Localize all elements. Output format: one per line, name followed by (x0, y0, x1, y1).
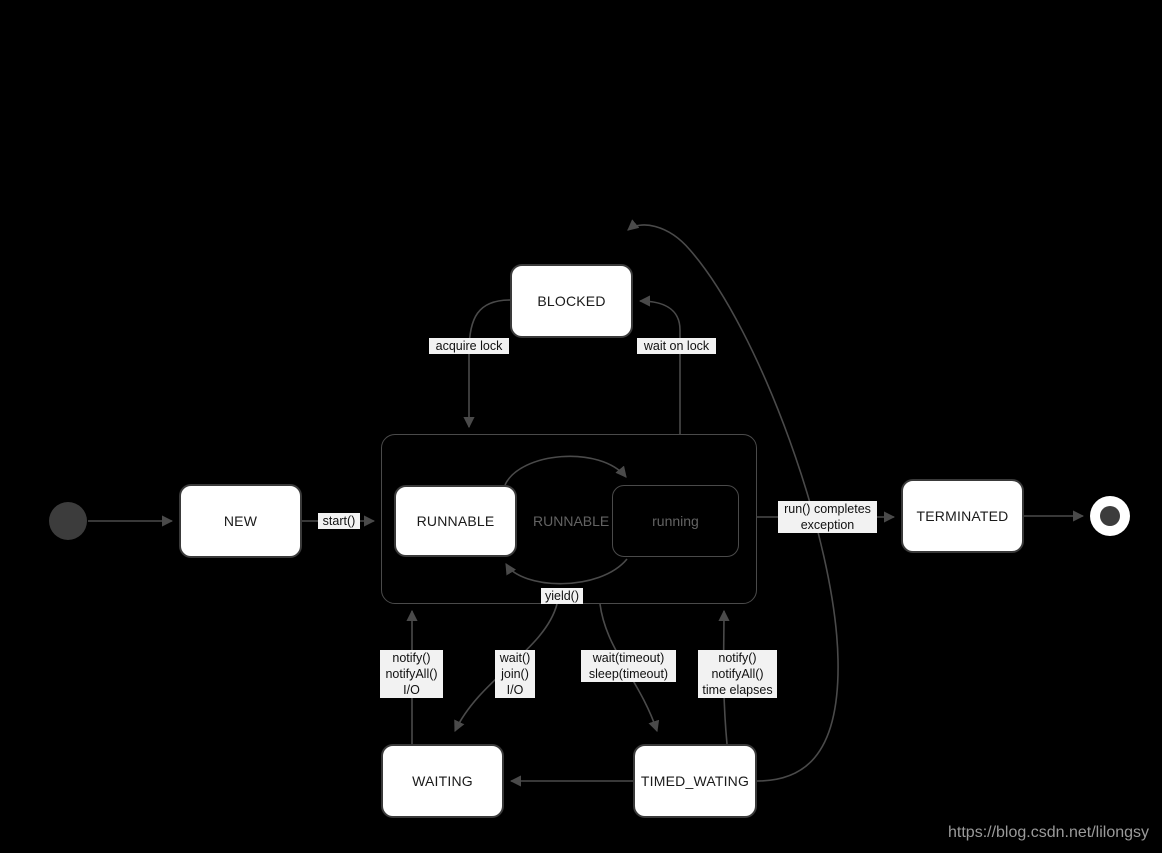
final-state-inner (1100, 506, 1120, 526)
edge-label-run-completes: run() completes exception (778, 501, 877, 533)
edge-label-start: start() (318, 513, 360, 529)
edge-label-wait-on-lock: wait on lock (637, 338, 716, 354)
edge-label-yield: yield() (541, 588, 583, 604)
watermark: https://blog.csdn.net/lilongsy (948, 824, 1150, 841)
state-new[interactable]: NEW (179, 484, 302, 558)
initial-state-node (49, 502, 87, 540)
edge-label-wait-join-io: wait() join() I/O (495, 650, 535, 698)
state-waiting[interactable]: WAITING (381, 744, 504, 818)
edge-blocked-to-runnable (463, 299, 511, 429)
diagram-canvas (88, 219, 1085, 787)
edge-label-notify-io: notify() notifyAll() I/O (380, 650, 443, 698)
edge-label-notify-time-elapses: notify() notifyAll() time elapses (698, 650, 777, 698)
state-terminated[interactable]: TERMINATED (901, 479, 1024, 553)
composite-state-runnable-label: RUNNABLE (533, 513, 610, 529)
state-running[interactable]: running (612, 485, 739, 557)
final-state-node (1090, 496, 1130, 536)
edge-label-acquire-lock: acquire lock (429, 338, 509, 354)
state-runnable[interactable]: RUNNABLE (394, 485, 517, 557)
state-blocked[interactable]: BLOCKED (510, 264, 633, 338)
state-timed-waiting[interactable]: TIMED_WATING (633, 744, 757, 818)
edge-runnable-to-blocked (638, 295, 681, 434)
edge-label-wait-sleep-timeout: wait(timeout) sleep(timeout) (581, 650, 676, 682)
